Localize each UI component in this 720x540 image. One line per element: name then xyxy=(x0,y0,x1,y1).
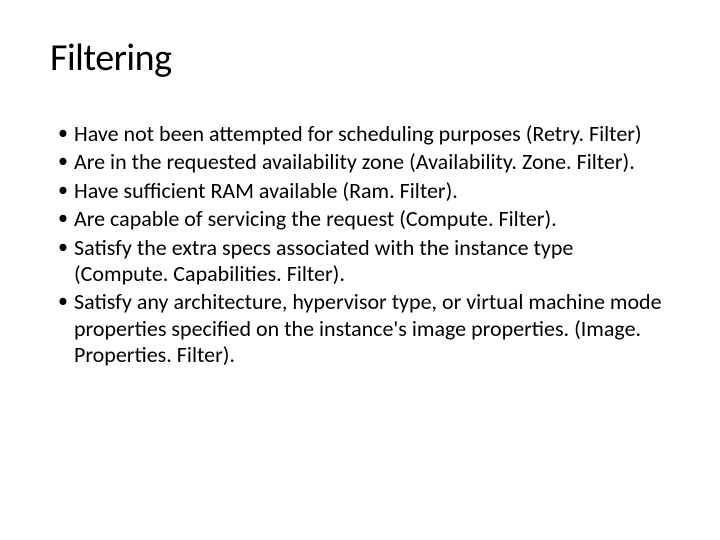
bullet-list: Have not been attempted for scheduling p… xyxy=(50,121,670,369)
list-item: Have not been attempted for scheduling p… xyxy=(58,121,670,147)
list-item: Are capable of servicing the request (Co… xyxy=(58,206,670,232)
list-item: Satisfy the extra specs associated with … xyxy=(58,235,670,288)
list-item: Are in the requested availability zone (… xyxy=(58,149,670,175)
slide-title: Filtering xyxy=(50,35,670,81)
list-item: Have sufficient RAM available (Ram. Filt… xyxy=(58,178,670,204)
list-item: Satisfy any architecture, hypervisor typ… xyxy=(58,289,670,368)
